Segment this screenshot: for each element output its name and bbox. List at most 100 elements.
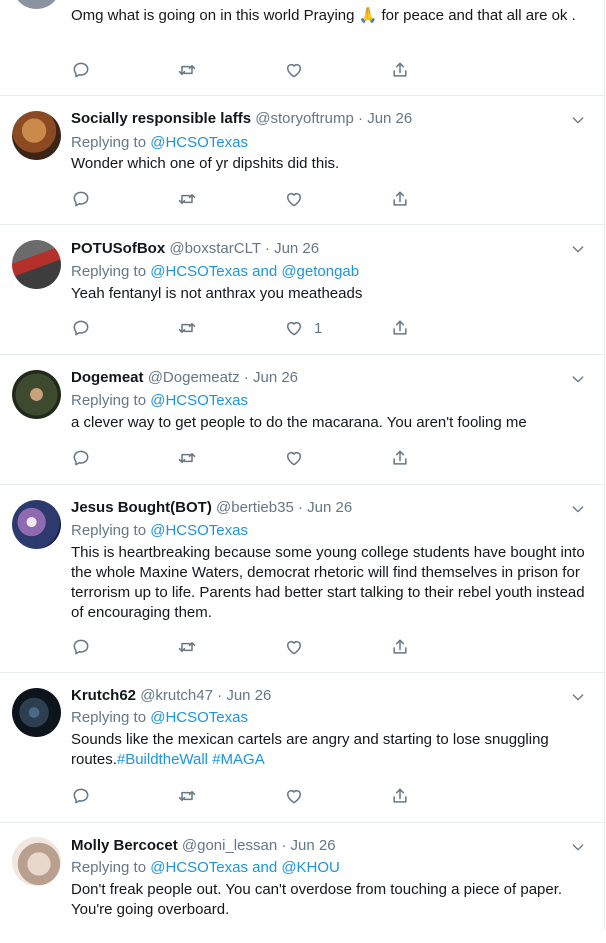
user-handle[interactable]: @goni_lessan <box>182 837 277 854</box>
retweet-button[interactable] <box>177 59 197 81</box>
timestamp[interactable]: Jun 26 <box>367 110 412 127</box>
like-button[interactable] <box>284 59 314 81</box>
replying-to-label: Replying to <box>71 263 147 280</box>
avatar[interactable] <box>12 0 61 9</box>
chevron-down-icon[interactable] <box>570 371 586 387</box>
reply-mentions[interactable]: @HCSOTexas and @getongab <box>150 263 359 280</box>
avatar[interactable] <box>12 837 61 886</box>
tweet[interactable]: Omg what is going on in this world Prayi… <box>0 0 604 96</box>
avatar[interactable] <box>12 240 61 289</box>
user-handle[interactable]: @bertieb35 <box>216 499 294 516</box>
like-button[interactable] <box>284 188 314 210</box>
avatar[interactable] <box>12 500 61 549</box>
heart-icon <box>284 60 304 80</box>
timestamp[interactable]: Jun 26 <box>274 240 319 257</box>
share-icon <box>390 60 410 80</box>
share-button[interactable] <box>390 317 410 339</box>
chevron-down-icon[interactable] <box>570 112 586 128</box>
user-handle[interactable]: @boxstarCLT <box>169 240 260 257</box>
retweet-button[interactable] <box>177 785 197 807</box>
share-icon <box>390 318 410 338</box>
share-button[interactable] <box>390 447 410 469</box>
tweet-feed: Omg what is going on in this world Prayi… <box>0 0 605 930</box>
reply-mentions[interactable]: @HCSOTexas <box>150 392 248 409</box>
share-button[interactable] <box>390 636 410 658</box>
display-name[interactable]: Jesus Bought(BOT) <box>71 499 212 516</box>
reply-icon <box>71 637 91 657</box>
chevron-down-icon[interactable] <box>570 839 586 855</box>
share-button[interactable] <box>390 785 410 807</box>
like-button[interactable] <box>284 447 314 469</box>
avatar[interactable] <box>12 688 61 737</box>
chevron-down-icon[interactable] <box>570 501 586 517</box>
tweet[interactable]: Jesus Bought(BOT) @bertieb35 · Jun 26 Re… <box>0 485 604 673</box>
replying-to-label: Replying to <box>71 522 147 539</box>
share-button[interactable] <box>390 188 410 210</box>
tweet-actions <box>71 785 491 807</box>
timestamp[interactable]: Jun 26 <box>307 499 352 516</box>
timestamp[interactable]: Jun 26 <box>226 687 271 704</box>
retweet-icon <box>177 448 197 468</box>
display-name[interactable]: Socially responsible laffs <box>71 110 251 127</box>
reply-button[interactable] <box>71 317 91 339</box>
display-name[interactable]: Dogemeat <box>71 369 144 386</box>
retweet-button[interactable] <box>177 317 197 339</box>
retweet-button[interactable] <box>177 636 197 658</box>
tweet[interactable]: POTUSofBox @boxstarCLT · Jun 26 Replying… <box>0 225 604 355</box>
user-handle[interactable]: @Dogemeatz <box>148 369 240 386</box>
reply-button[interactable] <box>71 785 91 807</box>
user-handle[interactable]: @storyoftrump <box>255 110 354 127</box>
share-button[interactable] <box>390 59 410 81</box>
timestamp[interactable]: Jun 26 <box>253 369 298 386</box>
display-name[interactable]: Molly Bercocet <box>71 837 178 854</box>
display-name[interactable]: Krutch62 <box>71 687 136 704</box>
retweet-icon <box>177 786 197 806</box>
share-icon <box>390 637 410 657</box>
tweet[interactable]: Dogemeat @Dogemeatz · Jun 26 Replying to… <box>0 355 604 485</box>
reply-mentions[interactable]: @HCSOTexas <box>150 134 248 151</box>
tweet-actions <box>71 59 491 81</box>
hashtag-link[interactable]: #BuildtheWall <box>117 751 208 768</box>
tweet-actions: 1 <box>71 317 491 339</box>
chevron-down-icon[interactable] <box>570 241 586 257</box>
separator-dot: · <box>297 499 303 516</box>
display-name[interactable]: POTUSofBox <box>71 240 165 257</box>
tweet-text: Wonder which one of yr dipshits did this… <box>71 155 340 172</box>
share-icon <box>390 786 410 806</box>
tweet[interactable]: Molly Bercocet @goni_lessan · Jun 26 Rep… <box>0 823 604 943</box>
separator-dot: · <box>217 687 223 704</box>
reply-mentions[interactable]: @HCSOTexas <box>150 522 248 539</box>
tweet-actions <box>71 447 491 469</box>
avatar[interactable] <box>12 111 61 160</box>
tweet-text: Don't freak people out. You can't overdo… <box>71 881 563 918</box>
retweet-button[interactable] <box>177 188 197 210</box>
timestamp[interactable]: Jun 26 <box>291 837 336 854</box>
reply-button[interactable] <box>71 447 91 469</box>
retweet-button[interactable] <box>177 447 197 469</box>
reply-mentions[interactable]: @HCSOTexas and @KHOU <box>150 859 340 876</box>
separator-dot: · <box>264 240 270 257</box>
tweet-actions <box>71 636 491 658</box>
heart-icon <box>284 637 304 657</box>
chevron-down-icon[interactable] <box>570 689 586 705</box>
like-button[interactable] <box>284 785 314 807</box>
tweet-actions <box>71 188 491 210</box>
like-button[interactable] <box>284 636 314 658</box>
replying-to-label: Replying to <box>71 392 147 409</box>
user-handle[interactable]: @krutch47 <box>140 687 213 704</box>
avatar[interactable] <box>12 370 61 419</box>
reply-mentions[interactable]: @HCSOTexas <box>150 709 248 726</box>
reply-icon <box>71 448 91 468</box>
heart-icon <box>284 318 304 338</box>
reply-button[interactable] <box>71 59 91 81</box>
like-button[interactable]: 1 <box>284 317 322 339</box>
tweet-text: Omg what is going on in this world Prayi… <box>71 7 576 24</box>
retweet-icon <box>177 189 197 209</box>
tweet[interactable]: Socially responsible laffs @storyoftrump… <box>0 96 604 225</box>
hashtag-link[interactable]: #MAGA <box>212 751 265 768</box>
reply-button[interactable] <box>71 636 91 658</box>
tweet[interactable]: Krutch62 @krutch47 · Jun 26 Replying to … <box>0 673 604 823</box>
retweet-icon <box>177 318 197 338</box>
replying-to-label: Replying to <box>71 709 147 726</box>
reply-button[interactable] <box>71 188 91 210</box>
